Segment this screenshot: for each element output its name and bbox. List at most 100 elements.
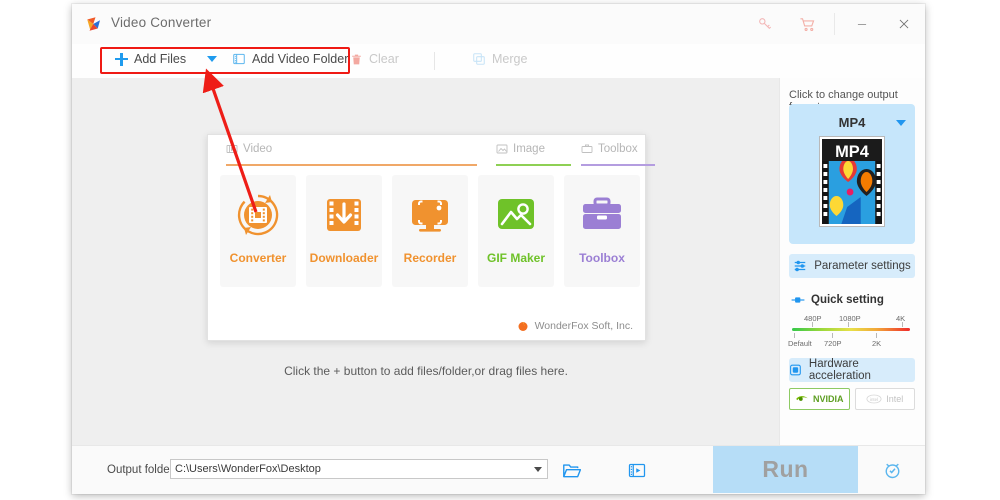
chevron-down-icon[interactable]: [896, 120, 906, 126]
run-button[interactable]: Run: [713, 446, 858, 493]
card-gif-maker[interactable]: GIF Maker: [478, 175, 554, 287]
image-icon: [496, 144, 508, 154]
add-video-folder-button[interactable]: Add Video Folder: [232, 52, 348, 66]
card-recorder-label: Recorder: [403, 251, 457, 265]
slider-label-1080p: 1080P: [839, 314, 861, 323]
brand-label: WonderFox Soft, Inc.: [534, 320, 633, 332]
folder-video-icon: [233, 53, 245, 65]
card-toolbox[interactable]: Toolbox: [564, 175, 640, 287]
app-title: Video Converter: [111, 15, 212, 30]
wonderfox-logo-icon: [87, 17, 100, 31]
toolbar: Add Files Add Video Folder Clear Merge: [72, 44, 925, 79]
panel-tab-image-label: Image: [513, 143, 545, 155]
card-downloader[interactable]: Downloader: [306, 175, 382, 287]
panel-tab-image[interactable]: Image: [496, 143, 571, 166]
nvidia-toggle[interactable]: NVIDIA: [789, 388, 850, 410]
clear-button[interactable]: Clear: [350, 52, 399, 66]
tab-underline: [581, 164, 655, 166]
chevron-down-icon[interactable]: [534, 467, 542, 472]
slider-track[interactable]: [792, 328, 910, 331]
intel-toggle[interactable]: intel Intel: [854, 388, 915, 410]
slider-tick: [794, 333, 795, 338]
wonderfox-flame-icon: [518, 322, 528, 331]
drop-canvas[interactable]: Video Image Toolbox Converter Downloader…: [72, 78, 780, 446]
add-files-button[interactable]: Add Files: [115, 52, 186, 66]
format-thumbnail: MP4: [819, 136, 885, 227]
minimize-icon[interactable]: [841, 4, 883, 44]
drop-hint: Click the + button to add files/folder,o…: [284, 364, 568, 378]
toolbox-icon: [581, 144, 593, 153]
close-icon[interactable]: [883, 4, 925, 44]
hardware-acceleration-label: Hardware acceleration: [808, 358, 871, 382]
bottom-bar: Output folder: C:\Users\WonderFox\Deskto…: [72, 445, 925, 494]
tab-underline: [496, 164, 571, 166]
add-video-folder-label: Add Video Folder: [252, 52, 349, 66]
nvidia-icon: [796, 396, 808, 401]
chevron-down-icon: [207, 56, 217, 62]
card-toolbox-label: Toolbox: [579, 251, 625, 265]
toolbox-case-icon: [583, 197, 621, 229]
sliders-icon: [794, 260, 806, 272]
panel-tab-video[interactable]: Video: [226, 143, 477, 166]
add-files-dropdown-button[interactable]: [207, 56, 217, 62]
title-bar: Video Converter: [72, 4, 925, 45]
divider: [834, 13, 835, 35]
slider-handle-icon: [791, 297, 805, 303]
product-cards: Converter Downloader Recorder GIF Maker …: [220, 175, 640, 287]
parameter-settings-label: Parameter settings: [814, 260, 911, 272]
output-folder-input[interactable]: C:\Users\WonderFox\Desktop: [170, 459, 548, 479]
window-controls: [744, 4, 925, 44]
gif-maker-icon: [498, 199, 534, 229]
merge-squares-icon: [473, 53, 485, 65]
run-label: Run: [762, 456, 809, 482]
slider-tick: [902, 322, 903, 327]
alarm-clock-icon[interactable]: [878, 458, 906, 482]
trash-icon: [352, 54, 361, 64]
merge-label: Merge: [492, 52, 528, 66]
parameter-settings-button[interactable]: Parameter settings: [789, 254, 915, 278]
panel-tab-toolbox[interactable]: Toolbox: [581, 143, 655, 166]
quality-slider[interactable]: 480P 1080P 4K Default 720P 2K: [788, 314, 910, 350]
downloader-icon: [327, 199, 361, 231]
output-format-box[interactable]: MP4 MP4: [789, 104, 915, 244]
slider-label-4k: 4K: [896, 314, 906, 323]
slider-tick: [832, 333, 833, 338]
film-preview-icon[interactable]: [625, 459, 649, 481]
panel-tab-video-label: Video: [243, 143, 273, 155]
add-files-label: Add Files: [134, 52, 187, 66]
plus-icon: [115, 52, 128, 66]
intel-label: Intel: [886, 394, 904, 404]
card-gif-maker-label: GIF Maker: [486, 251, 546, 265]
app-window: Video Converter Add Files Add Video Fold…: [72, 4, 925, 494]
nvidia-label: NVIDIA: [812, 394, 844, 404]
card-recorder[interactable]: Recorder: [392, 175, 468, 287]
slider-tick: [848, 322, 849, 327]
slider-label-2k: 2K: [872, 339, 882, 348]
merge-button[interactable]: Merge: [472, 52, 527, 66]
card-converter[interactable]: Converter: [220, 175, 296, 287]
brand-footer: WonderFox Soft, Inc.: [517, 320, 633, 332]
hardware-acceleration-button[interactable]: Hardware acceleration: [789, 358, 915, 382]
key-icon[interactable]: [744, 4, 786, 44]
main-area: Video Image Toolbox Converter Downloader…: [72, 78, 925, 446]
card-downloader-label: Downloader: [309, 251, 379, 265]
quick-setting-label: Quick setting: [811, 294, 884, 306]
panel-tabs: Video Image Toolbox: [208, 143, 655, 169]
product-panel: Video Image Toolbox Converter Downloader…: [207, 134, 655, 341]
intel-icon: intel: [866, 394, 882, 404]
card-converter-label: Converter: [229, 251, 287, 265]
video-clip-icon: [226, 145, 238, 153]
accelerator-row: NVIDIA intel Intel: [789, 388, 915, 410]
svg-text:intel: intel: [870, 397, 878, 402]
slider-label-720p: 720P: [824, 339, 842, 348]
svg-text:MP4: MP4: [835, 142, 869, 161]
slider-label-default: Default: [788, 339, 812, 348]
slider-tick: [876, 333, 877, 338]
tab-underline: [226, 164, 477, 166]
converter-icon: [237, 194, 279, 236]
panel-tab-toolbox-label: Toolbox: [598, 143, 638, 155]
open-folder-icon[interactable]: [559, 459, 583, 481]
cart-icon[interactable]: [786, 4, 828, 44]
output-folder-label: Output folder:: [107, 464, 177, 476]
toolbar-divider: [434, 52, 435, 70]
